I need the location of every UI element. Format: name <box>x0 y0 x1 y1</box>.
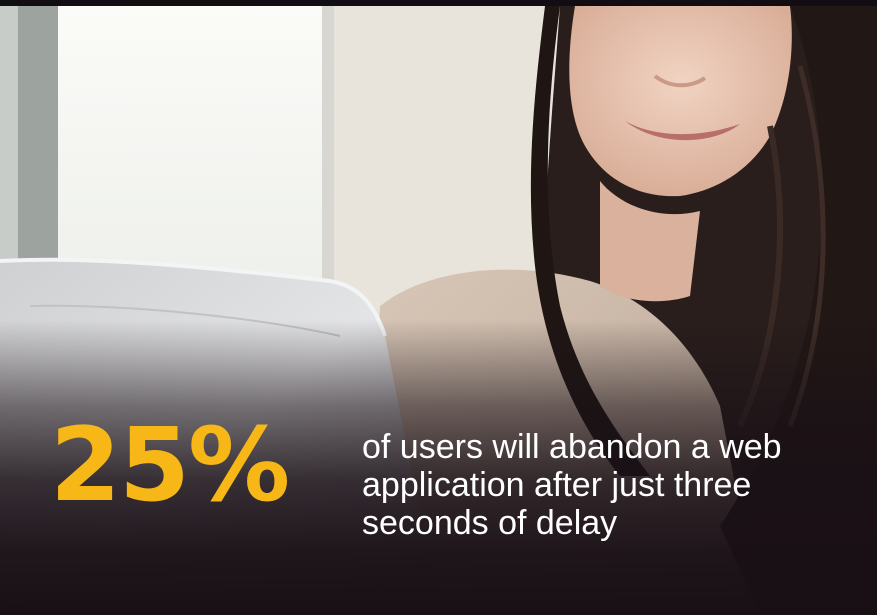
stat-percentage: 25% <box>50 406 290 525</box>
caption-line: application after just three <box>362 466 752 504</box>
top-border <box>0 0 877 6</box>
caption-line: of users will abandon a web <box>362 428 782 466</box>
stat-slide: 25% of users will abandon a web applicat… <box>0 0 877 615</box>
caption-line: seconds of delay <box>362 504 618 542</box>
stat-caption: of users will abandon a web application … <box>362 428 862 542</box>
